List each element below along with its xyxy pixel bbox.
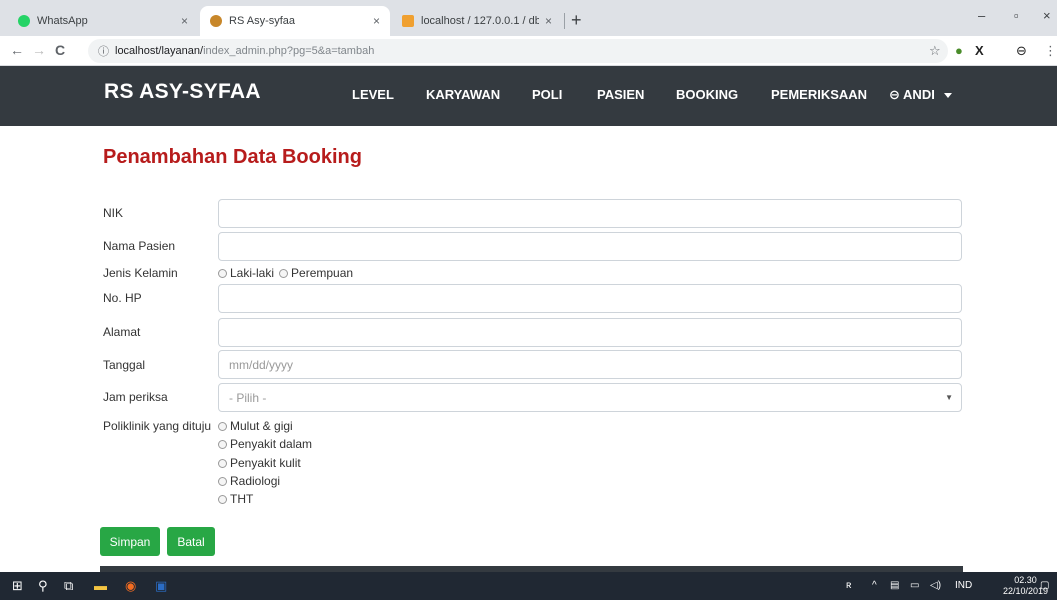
radio-label: Penyakit dalam [230, 437, 313, 451]
radio-tht[interactable]: THT [218, 492, 253, 506]
radio-circle-icon[interactable] [218, 268, 227, 278]
nama-pasien-input[interactable] [218, 232, 962, 261]
jenis-kelamin-radio-group: Laki-laki Perempuan [218, 266, 358, 280]
nav-item-poli[interactable]: POLI [532, 87, 562, 102]
tab-title: WhatsApp [37, 15, 88, 27]
user-dropdown[interactable]: ⊖ ANDI [889, 87, 953, 103]
jam-periksa-selected: - Pilih - [229, 390, 267, 405]
radio-label: Laki-laki [230, 266, 275, 280]
jam-periksa-select[interactable]: - Pilih - ▼ [218, 383, 962, 412]
chrome-icon[interactable]: ◉ [125, 578, 136, 594]
tab-separator [564, 13, 565, 29]
radio-label: Mulut & gigi [230, 419, 293, 433]
word-icon[interactable]: ▣ [155, 578, 167, 594]
radio-penyakit-kulit[interactable]: Penyakit kulit [218, 456, 301, 470]
nav-item-booking[interactable]: BOOKING [676, 87, 738, 102]
radio-circle-icon[interactable] [218, 494, 227, 504]
page-title: Penambahan Data Booking [103, 146, 362, 168]
windows-taskbar: ⊞ ⚲ ⧉ ▬ ◉ ▣ ʀ ^ ▤ ▭ ◁) IND 02.30 22/10/2… [0, 572, 1057, 600]
nama-label: Nama Pasien [103, 239, 176, 253]
tab-close-icon[interactable]: × [373, 14, 380, 28]
radio-circle-icon[interactable] [218, 421, 227, 431]
radio-laki-laki[interactable]: Laki-laki [218, 266, 274, 280]
user-name: ANDI [903, 87, 935, 102]
nav-item-pasien[interactable]: PASIEN [597, 87, 644, 102]
site-navbar: RS ASY-SYFAA LEVEL KARYAWAN POLI PASIEN … [0, 66, 1057, 126]
back-arrow-icon[interactable]: ← [10, 42, 24, 58]
radio-perempuan[interactable]: Perempuan [279, 266, 353, 280]
radio-penyakit-dalam[interactable]: Penyakit dalam [218, 437, 312, 451]
radio-label: Perempuan [291, 266, 354, 280]
user-icon: ⊖ [889, 87, 900, 102]
site-favicon-icon [210, 15, 222, 27]
browser-toolbar: ← → C ⓘ localhost/layanan/ index_admin.p… [0, 36, 1057, 66]
radio-radiologi[interactable]: Radiologi [218, 474, 280, 488]
radio-label: Penyakit kulit [230, 456, 301, 470]
url-host: localhost/layanan/ [115, 45, 204, 57]
file-explorer-icon[interactable]: ▬ [94, 578, 107, 593]
info-icon[interactable]: ⓘ [98, 43, 109, 59]
browser-tab-strip: WhatsApp × RS Asy-syfaa × localhost / 12… [0, 0, 1057, 36]
radio-label: THT [230, 492, 254, 506]
radio-circle-icon[interactable] [218, 439, 227, 449]
no-hp-label: No. HP [103, 291, 142, 305]
profile-icon[interactable]: ⊖ [1016, 43, 1027, 59]
site-brand[interactable]: RS ASY-SYFAA [104, 80, 261, 104]
nav-item-pemeriksaan[interactable]: PEMERIKSAAN [771, 87, 867, 102]
search-icon[interactable]: ⚲ [38, 578, 48, 594]
tab-title: RS Asy-syfaa [229, 15, 296, 27]
batal-button[interactable]: Batal [167, 527, 215, 556]
tab-close-icon[interactable]: × [181, 14, 188, 28]
radio-mulut-gigi[interactable]: Mulut & gigi [218, 419, 293, 433]
tanggal-label: Tanggal [103, 358, 146, 372]
extension-icon[interactable]: ● [955, 43, 963, 58]
nik-input[interactable] [218, 199, 962, 228]
no-hp-input[interactable] [218, 284, 962, 313]
nik-label: NIK [103, 206, 124, 220]
radio-circle-icon[interactable] [218, 476, 227, 486]
whatsapp-favicon-icon [18, 15, 30, 27]
tab-whatsapp[interactable]: WhatsApp × [8, 6, 198, 36]
simpan-button[interactable]: Simpan [100, 527, 160, 556]
new-tab-button[interactable]: + [571, 11, 582, 29]
extension-x-icon[interactable]: X [975, 43, 984, 58]
maximize-button[interactable]: ▫ [1014, 8, 1019, 23]
volume-icon[interactable]: ◁) [930, 580, 941, 591]
reload-icon[interactable]: C [55, 42, 65, 58]
close-window-button[interactable]: × [1043, 8, 1051, 23]
people-icon[interactable]: ʀ [846, 580, 851, 591]
minimize-button[interactable]: – [978, 8, 985, 23]
language-indicator[interactable]: IND [955, 580, 972, 591]
nav-item-karyawan[interactable]: KARYAWAN [426, 87, 500, 102]
tab-title: localhost / 127.0.0.1 / db_layanan [421, 15, 539, 27]
network-icon[interactable]: ▤ [890, 580, 899, 591]
notification-icon[interactable]: ▢ [1040, 580, 1049, 591]
caret-down-icon [944, 93, 953, 99]
nav-item-level[interactable]: LEVEL [352, 87, 394, 102]
menu-icon[interactable]: ⋮ [1044, 43, 1057, 59]
forward-arrow-icon[interactable]: → [32, 42, 46, 58]
jam-periksa-label: Jam periksa [103, 390, 168, 404]
windows-start-icon[interactable]: ⊞ [12, 578, 23, 594]
phpmyadmin-favicon-icon [402, 15, 414, 27]
chevron-up-icon[interactable]: ^ [872, 580, 877, 591]
tab-phpmyadmin[interactable]: localhost / 127.0.0.1 / db_layanan × [392, 6, 562, 36]
tab-rs-asy-syfaa[interactable]: RS Asy-syfaa × [200, 6, 390, 36]
address-bar[interactable]: ⓘ localhost/layanan/ index_admin.php?pg=… [88, 39, 948, 63]
radio-circle-icon[interactable] [279, 268, 289, 278]
alamat-input[interactable] [218, 318, 962, 347]
radio-circle-icon[interactable] [218, 458, 227, 468]
task-view-icon[interactable]: ⧉ [64, 578, 73, 594]
radio-label: Radiologi [230, 474, 281, 488]
jenis-kelamin-label: Jenis Kelamin [103, 266, 178, 280]
alamat-label: Alamat [103, 325, 141, 339]
url-path: index_admin.php?pg=5&a=tambah [203, 45, 375, 57]
battery-icon[interactable]: ▭ [910, 580, 919, 591]
tanggal-placeholder: mm/dd/yyyy [229, 357, 294, 372]
tab-close-icon[interactable]: × [545, 14, 552, 28]
tanggal-input[interactable]: mm/dd/yyyy [218, 350, 962, 379]
poliklinik-label: Poliklinik yang dituju [103, 419, 212, 433]
select-arrow-icon: ▼ [945, 393, 953, 402]
bookmark-star-icon[interactable]: ☆ [929, 43, 941, 59]
